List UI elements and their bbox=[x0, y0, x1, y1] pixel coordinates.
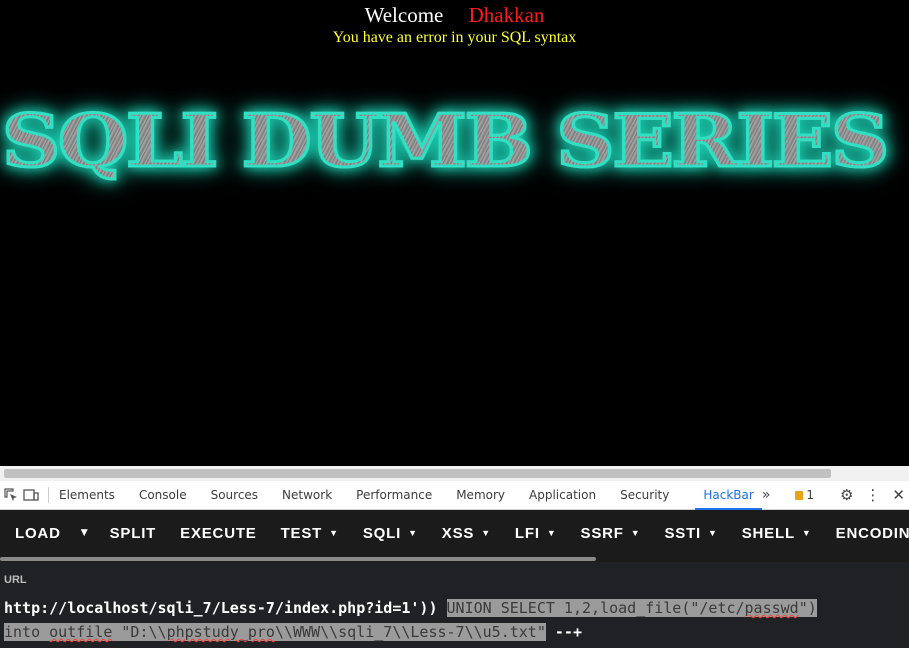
hackbar-scrollbar-thumb[interactable] bbox=[0, 557, 596, 561]
hackbar-toolbar: LOAD ▼ SPLIT EXECUTE TEST ▼ SQLI ▼ XSS ▼ LF… bbox=[0, 510, 909, 556]
tab-memory[interactable]: Memory bbox=[456, 488, 505, 502]
ssrf-menu-button[interactable]: SSRF ▼ bbox=[581, 525, 641, 542]
welcome-user: Dhakkan bbox=[468, 3, 545, 27]
tab-application[interactable]: Application bbox=[529, 488, 596, 502]
sqli-menu-button[interactable]: SQLI ▼ bbox=[363, 525, 418, 542]
tab-elements[interactable]: Elements bbox=[59, 488, 115, 502]
caret-down-icon: ▼ bbox=[481, 528, 491, 538]
caret-down-icon: ▼ bbox=[801, 528, 812, 538]
load-button[interactable]: LOAD bbox=[15, 525, 61, 542]
tab-security[interactable]: Security bbox=[620, 488, 669, 502]
tab-hackbar[interactable]: HackBar bbox=[695, 488, 763, 510]
split-button[interactable]: SPLIT bbox=[110, 525, 157, 542]
caret-down-icon: ▼ bbox=[546, 528, 557, 538]
issues-badge[interactable]: 1 bbox=[795, 488, 814, 502]
issues-count: 1 bbox=[806, 488, 814, 502]
welcome-line: Welcome Dhakkan bbox=[0, 3, 909, 28]
toolbar-divider bbox=[48, 487, 49, 503]
url-base: http://localhost/sqli_7/Less-7/index.php… bbox=[4, 599, 438, 617]
url-label: URL bbox=[4, 574, 27, 586]
lfi-menu-button[interactable]: LFI ▼ bbox=[515, 525, 557, 542]
execute-button[interactable]: EXECUTE bbox=[180, 525, 256, 542]
sql-error-message: You have an error in your SQL syntax bbox=[332, 29, 577, 46]
caret-down-icon: ▼ bbox=[329, 528, 339, 538]
encoding-menu-button[interactable]: ENCODING bbox=[836, 525, 909, 542]
close-icon[interactable]: ✕ bbox=[892, 486, 905, 504]
caret-down-icon: ▼ bbox=[708, 528, 718, 538]
url-textarea[interactable]: http://localhost/sqli_7/Less-7/index.php… bbox=[4, 596, 904, 644]
url-selected-payload-line1: UNION SELECT 1,2,load_file("/etc/passwd"… bbox=[446, 599, 817, 617]
url-comment-suffix: --+ bbox=[545, 623, 582, 641]
hackbar-url-panel: URL http://localhost/sqli_7/Less-7/index… bbox=[0, 562, 909, 648]
tab-performance[interactable]: Performance bbox=[356, 488, 432, 502]
device-toolbar-icon[interactable] bbox=[22, 486, 40, 504]
more-tabs-icon[interactable]: » bbox=[762, 487, 771, 503]
caret-down-icon: ▼ bbox=[408, 528, 418, 538]
page-content: Welcome Dhakkan You have an error in you… bbox=[0, 0, 909, 466]
inspect-element-icon[interactable] bbox=[2, 486, 20, 504]
scrollbar-thumb[interactable] bbox=[4, 469, 831, 478]
devtools-tab-bar: Elements Console Sources Network Perform… bbox=[0, 481, 909, 510]
tab-console[interactable]: Console bbox=[139, 488, 187, 502]
shell-menu-button[interactable]: SHELL ▼ bbox=[742, 525, 812, 542]
welcome-label: Welcome bbox=[364, 3, 444, 27]
load-dropdown-caret-icon[interactable]: ▼ bbox=[81, 528, 88, 538]
issues-flag-icon bbox=[795, 490, 804, 500]
caret-down-icon: ▼ bbox=[630, 528, 641, 538]
page-horizontal-scrollbar[interactable] bbox=[0, 466, 909, 481]
settings-gear-icon[interactable]: ⚙ bbox=[840, 486, 853, 504]
tab-network[interactable]: Network bbox=[282, 488, 332, 502]
xss-menu-button[interactable]: XSS ▼ bbox=[442, 525, 491, 542]
ssti-menu-button[interactable]: SSTI ▼ bbox=[664, 525, 717, 542]
devtools-right-controls: 1 ⚙ ⋮ ✕ bbox=[795, 481, 905, 509]
more-vert-icon[interactable]: ⋮ bbox=[865, 486, 880, 504]
test-menu-button[interactable]: TEST ▼ bbox=[281, 525, 339, 542]
tab-sources[interactable]: Sources bbox=[211, 488, 258, 502]
url-selected-payload-line2: into outfile "D:\\phpstudy_pro\\WWW\\sql… bbox=[4, 623, 546, 641]
sqli-dumb-series-banner: SQLI DUMB SERIES bbox=[0, 97, 891, 185]
